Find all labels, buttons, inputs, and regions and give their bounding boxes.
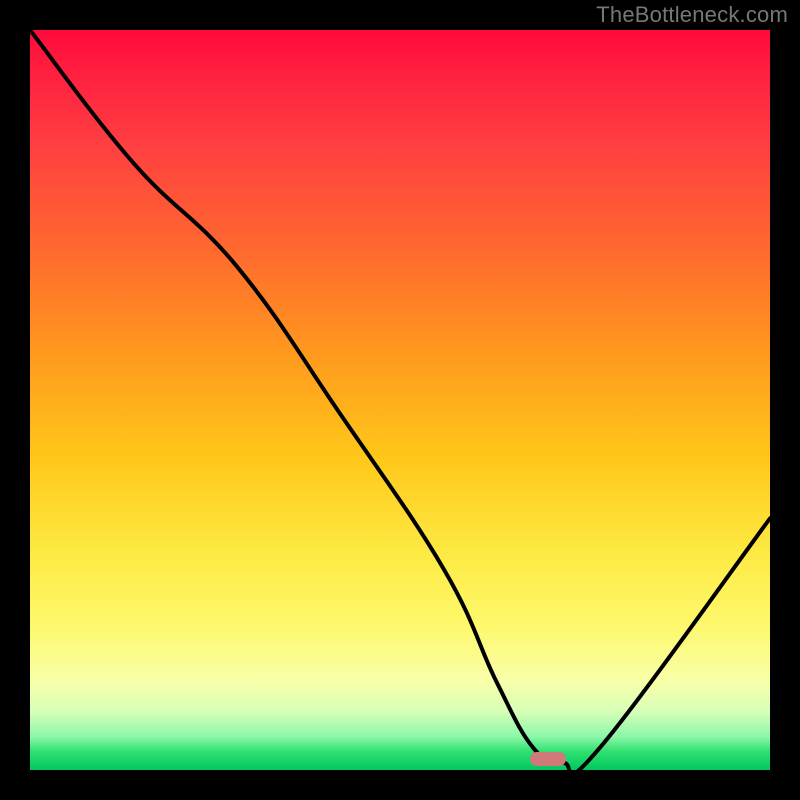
bottleneck-curve-path [30,30,770,770]
watermark-text: TheBottleneck.com [596,2,788,28]
curve-svg [30,30,770,770]
chart-frame: TheBottleneck.com [0,0,800,800]
plot-area [30,30,770,770]
optimal-marker [530,752,566,766]
